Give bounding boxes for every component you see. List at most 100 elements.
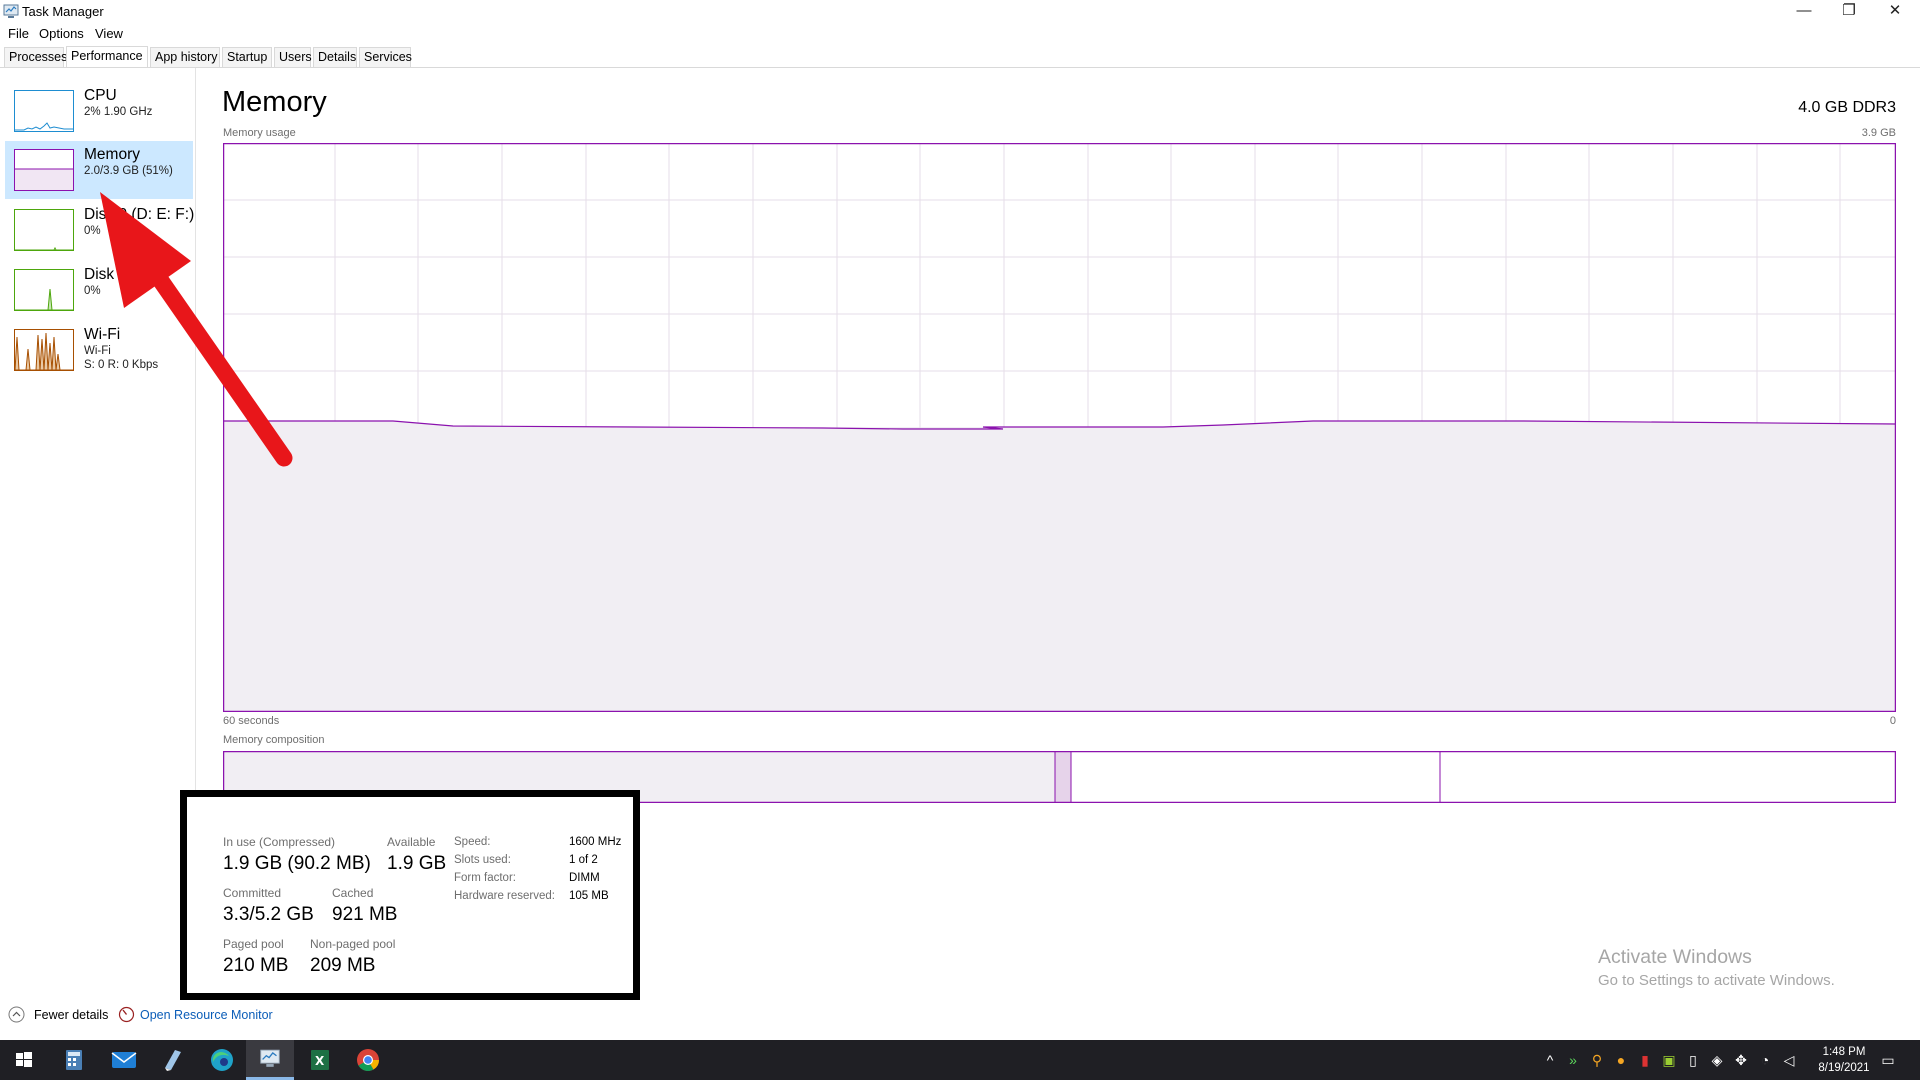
volume-icon[interactable]: ◁ — [1780, 1051, 1798, 1069]
memory-usage-graph — [223, 143, 1896, 712]
tray-app-orange-icon[interactable]: ● — [1612, 1051, 1630, 1069]
sidebar-item-memory[interactable]: Memory 2.0/3.9 GB (51%) — [5, 141, 193, 199]
task-manager-taskbar-icon[interactable] — [246, 1040, 294, 1080]
disk-thumbnail-graph — [14, 269, 74, 311]
activate-windows-title: Activate Windows — [1598, 946, 1752, 968]
svg-text:X: X — [315, 1054, 325, 1068]
memory-usage-label: Memory usage — [223, 127, 296, 139]
fewer-details-link[interactable]: Fewer details — [34, 1008, 108, 1022]
form-factor-label: Form factor: — [454, 872, 516, 884]
sidebar-item-title: Disk 0 (D: E: F:) — [84, 206, 195, 223]
excel-icon[interactable]: X — [296, 1040, 344, 1080]
memory-usage-area — [223, 421, 1896, 712]
tray-app-red-icon[interactable]: ▮ — [1636, 1051, 1654, 1069]
sidebar-item-title: Memory — [84, 146, 140, 163]
menu-file[interactable]: File — [8, 26, 29, 41]
performance-sidebar: CPU 2% 1.90 GHz Memory 2.0/3.9 GB (51%) … — [0, 68, 196, 998]
chevron-up-icon[interactable]: ^ — [1541, 1051, 1559, 1069]
notification-icon[interactable]: ▭ — [1879, 1051, 1897, 1069]
wifi-thumbnail-graph — [14, 329, 74, 371]
taskbar-clock[interactable]: 1:48 PM 8/19/2021 — [1808, 1044, 1880, 1076]
sidebar-item-detail: 2.0/3.9 GB (51%) — [84, 165, 173, 177]
edge-browser-icon[interactable] — [198, 1040, 246, 1080]
tab-divider — [0, 67, 1920, 68]
window-title: Task Manager — [22, 4, 104, 19]
tab-startup[interactable]: Startup — [222, 47, 272, 68]
activate-windows-subtitle: Go to Settings to activate Windows. — [1598, 972, 1835, 989]
speed-value: 1600 MHz — [569, 836, 622, 848]
slots-used-label: Slots used: — [454, 854, 511, 866]
sidebar-item-detail: 2% 1.90 GHz — [84, 106, 153, 118]
minimize-button[interactable]: — — [1781, 0, 1827, 24]
paged-pool-label: Paged pool — [223, 937, 284, 951]
sidebar-item-cpu[interactable]: CPU 2% 1.90 GHz — [5, 82, 193, 140]
hardware-reserved-value: 105 MB — [569, 890, 609, 902]
search-tray-icon[interactable]: ⚲ — [1588, 1051, 1606, 1069]
cached-value: 921 MB — [332, 904, 398, 925]
cpu-thumbnail-graph — [14, 90, 74, 132]
mail-icon[interactable] — [100, 1040, 148, 1080]
tray-app-green-icon[interactable]: » — [1564, 1051, 1582, 1069]
tab-details[interactable]: Details — [313, 47, 357, 68]
memory-usage-max: 3.9 GB — [1861, 127, 1896, 139]
paged-pool-value: 210 MB — [223, 955, 289, 976]
sidebar-item-title: Disk — [84, 266, 115, 283]
memory-spec: 4.0 GB DDR3 — [1798, 99, 1896, 116]
sidebar-item-wifi[interactable]: Wi-Fi Wi-Fi S: 0 R: 0 Kbps — [5, 321, 193, 379]
committed-value: 3.3/5.2 GB — [223, 904, 314, 925]
tray-app-square-icon[interactable]: ▣ — [1660, 1051, 1678, 1069]
close-button[interactable]: ✕ — [1872, 0, 1918, 24]
menu-options[interactable]: Options — [39, 26, 84, 41]
resource-monitor-icon[interactable] — [118, 1006, 135, 1023]
available-value: 1.9 GB — [387, 853, 447, 874]
committed-label: Committed — [223, 886, 282, 900]
tab-performance[interactable]: Performance — [66, 46, 148, 68]
sidebar-item-title: Wi-Fi — [84, 326, 121, 343]
tray-app-white-icon[interactable]: ◈ — [1708, 1051, 1726, 1069]
memory-thumbnail-graph — [14, 149, 74, 191]
calculator-icon[interactable] — [50, 1040, 98, 1080]
sidebar-item-detail: Wi-Fi — [84, 345, 111, 357]
open-resource-monitor-link[interactable]: Open Resource Monitor — [140, 1008, 273, 1022]
memory-composition-label: Memory composition — [223, 734, 325, 746]
tab-services[interactable]: Services — [359, 47, 412, 68]
sidebar-item-detail: 0% — [84, 285, 101, 297]
in-use-value: 1.9 GB (90.2 MB) — [223, 853, 371, 874]
non-paged-pool-label: Non-paged pool — [310, 937, 396, 951]
sidebar-item-disk-1[interactable]: Disk 0% — [5, 261, 193, 319]
sidebar-item-title: CPU — [84, 87, 117, 104]
memory-stats-panel: In use (Compressed) 1.9 GB (90.2 MB) Ava… — [180, 790, 640, 1000]
non-paged-pool-value: 209 MB — [310, 955, 376, 976]
composition-modified — [1055, 751, 1071, 803]
sidebar-item-detail: 0% — [84, 225, 101, 237]
windows-start-icon[interactable] — [0, 1040, 48, 1080]
menu-view[interactable]: View — [95, 26, 123, 41]
cached-label: Cached — [332, 886, 374, 900]
page-title: Memory — [222, 86, 327, 118]
slots-used-value: 1 of 2 — [569, 854, 598, 866]
tray-app-dropbox-icon[interactable]: ✥ — [1732, 1051, 1750, 1069]
time-end-label: 0 — [1889, 715, 1896, 727]
tab-app-history[interactable]: App history — [150, 47, 220, 68]
notepad-icon[interactable] — [148, 1040, 196, 1080]
title-bar: Task Manager — ❐ ✕ — [0, 0, 1920, 24]
taskbar: X ^ » ⚲ ● ▮ ▣ ▯ ◈ ✥ ◔ ◁ 1:48 PM 8/19/202… — [0, 1040, 1920, 1080]
sidebar-item-throughput: S: 0 R: 0 Kbps — [84, 359, 159, 371]
chevron-up-circle-icon[interactable] — [8, 1006, 25, 1023]
task-manager-icon — [3, 4, 19, 18]
wifi-icon[interactable]: ◔ — [1756, 1051, 1774, 1069]
hardware-reserved-label: Hardware reserved: — [454, 890, 555, 902]
tab-processes[interactable]: Processes — [4, 47, 67, 68]
sidebar-item-disk-0[interactable]: Disk 0 (D: E: F:) 0% — [5, 201, 195, 259]
clock-date: 8/19/2021 — [1818, 1062, 1870, 1074]
form-factor-value: DIMM — [569, 872, 600, 884]
usb-icon[interactable]: ▯ — [1684, 1051, 1702, 1069]
speed-label: Speed: — [454, 836, 491, 848]
tab-users[interactable]: Users — [274, 47, 312, 68]
chrome-browser-icon[interactable] — [344, 1040, 392, 1080]
restore-button[interactable]: ❐ — [1826, 0, 1872, 24]
available-label: Available — [387, 835, 436, 849]
clock-time: 1:48 PM — [1822, 1046, 1866, 1058]
disk-thumbnail-graph — [14, 209, 74, 251]
time-span-label: 60 seconds — [223, 715, 280, 727]
